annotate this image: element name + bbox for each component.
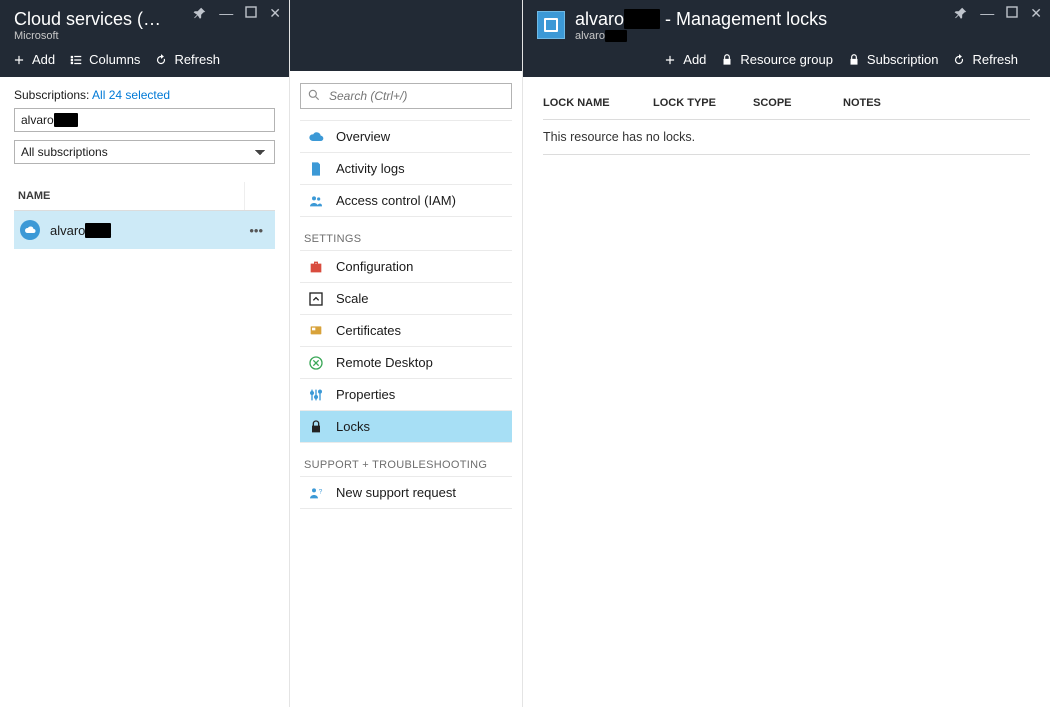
columns-label: Columns [89, 52, 140, 67]
refresh-label: Refresh [972, 52, 1018, 67]
menu-item-overview[interactable]: Overview [300, 120, 512, 153]
col-notes: NOTES [843, 97, 923, 109]
briefcase-icon [308, 259, 324, 275]
locks-blade: alvaroxxxx - Management locks alvaroxxxx… [523, 0, 1050, 707]
locks-grid-header: LOCK NAME LOCK TYPE SCOPE NOTES [543, 87, 1030, 119]
menu-item-config[interactable]: Configuration [300, 250, 512, 283]
blade-subtitle: Microsoft [14, 30, 275, 42]
close-icon[interactable]: ✕ [1030, 6, 1042, 22]
menu-search[interactable] [300, 83, 512, 109]
add-label: Add [683, 52, 706, 67]
cloud-service-icon [20, 220, 40, 240]
col-scope: SCOPE [753, 97, 823, 109]
blade-header: alvaroxxxx - Management locks alvaroxxxx… [523, 0, 1050, 48]
menu-section-title: SUPPORT + TROUBLESHOOTING [300, 443, 512, 477]
menu-item-label: New support request [336, 485, 456, 500]
arrow-up-icon [308, 291, 324, 307]
blade-subtitle: alvaroxxxx [575, 30, 1036, 42]
refresh-button[interactable]: Refresh [154, 52, 220, 67]
sliders-icon [308, 387, 324, 403]
menu-section-title: SETTINGS [300, 217, 512, 251]
menu-item-label: Overview [336, 129, 390, 144]
doc-icon [308, 161, 324, 177]
empty-message: This resource has no locks. [543, 120, 1030, 154]
maximize-icon[interactable] [1006, 6, 1018, 22]
menu-item-label: Properties [336, 387, 395, 402]
menu-item-label: Remote Desktop [336, 355, 433, 370]
svg-text:?: ? [319, 488, 323, 495]
blade-toolbar: Add Columns Refresh [0, 48, 289, 77]
subscription-select-value: All subscriptions [21, 145, 108, 159]
cloud-service-row[interactable]: alvaroxxxx ••• [14, 211, 275, 249]
menu-search-input[interactable] [300, 83, 512, 109]
lock-icon [308, 419, 324, 435]
menu-item-scale[interactable]: Scale [300, 282, 512, 315]
menu-item-label: Access control (IAM) [336, 193, 456, 208]
sub-label: Subscription [867, 52, 939, 67]
menu-item-label: Certificates [336, 323, 401, 338]
person-q-icon: ? [308, 485, 324, 501]
rg-label: Resource group [740, 52, 833, 67]
refresh-label: Refresh [174, 52, 220, 67]
subscriptions-link[interactable]: All 24 selected [92, 88, 170, 102]
blade-header: Cloud services (cl... Microsoft — ✕ [0, 0, 289, 48]
columns-button[interactable]: Columns [69, 52, 140, 67]
menu-item-label: Locks [336, 419, 370, 434]
add-button[interactable]: Add [12, 52, 55, 67]
people-icon [308, 193, 324, 209]
col-lock-type: LOCK TYPE [653, 97, 733, 109]
cloud-icon [308, 129, 324, 145]
add-label: Add [32, 52, 55, 67]
close-icon[interactable]: ✕ [269, 6, 281, 22]
pin-icon[interactable] [954, 6, 968, 22]
menu-item-label: Scale [336, 291, 369, 306]
resource-icon [537, 11, 565, 39]
subscriptions-line: Subscriptions: All 24 selected [14, 88, 275, 102]
menu-item-props[interactable]: Properties [300, 378, 512, 411]
resource-menu-blade: Overview Activity logs Access control (IAM… [290, 0, 523, 707]
maximize-icon[interactable] [245, 6, 257, 22]
search-icon [307, 88, 321, 105]
col-lock-name: LOCK NAME [543, 97, 633, 109]
pin-icon[interactable] [193, 6, 207, 22]
menu-item-label: Configuration [336, 259, 413, 274]
add-lock-button[interactable]: Add [663, 52, 706, 67]
row-more-icon[interactable]: ••• [243, 223, 269, 238]
subscription-button[interactable]: Subscription [847, 52, 939, 67]
menu-item-certs[interactable]: Certificates [300, 314, 512, 347]
cloud-service-name: alvaroxxxx [50, 223, 111, 238]
name-filter-value: alvaro [21, 113, 54, 127]
circle-x-icon [308, 355, 324, 371]
menu-item-support[interactable]: ? New support request [300, 476, 512, 509]
badge-icon [308, 323, 324, 339]
minimize-icon[interactable]: — [219, 6, 233, 22]
name-filter-input[interactable]: alvaroxxxx [14, 108, 275, 132]
grid-header: NAME [14, 182, 275, 211]
menu-item-rdp[interactable]: Remote Desktop [300, 346, 512, 379]
menu-item-label: Activity logs [336, 161, 405, 176]
subscriptions-label: Subscriptions: [14, 88, 89, 102]
grid-col-name: NAME [14, 182, 245, 210]
resource-group-button[interactable]: Resource group [720, 52, 833, 67]
subscription-select[interactable]: All subscriptions [14, 140, 275, 164]
minimize-icon[interactable]: — [980, 6, 994, 22]
refresh-button[interactable]: Refresh [952, 52, 1018, 67]
menu-item-iam[interactable]: Access control (IAM) [300, 184, 512, 217]
menu-item-locks[interactable]: Locks [300, 410, 512, 443]
menu-item-activity[interactable]: Activity logs [300, 152, 512, 185]
cloud-services-blade: Cloud services (cl... Microsoft — ✕ Add [0, 0, 290, 707]
blade-toolbar: Add Resource group Subscription Refresh [523, 48, 1050, 77]
